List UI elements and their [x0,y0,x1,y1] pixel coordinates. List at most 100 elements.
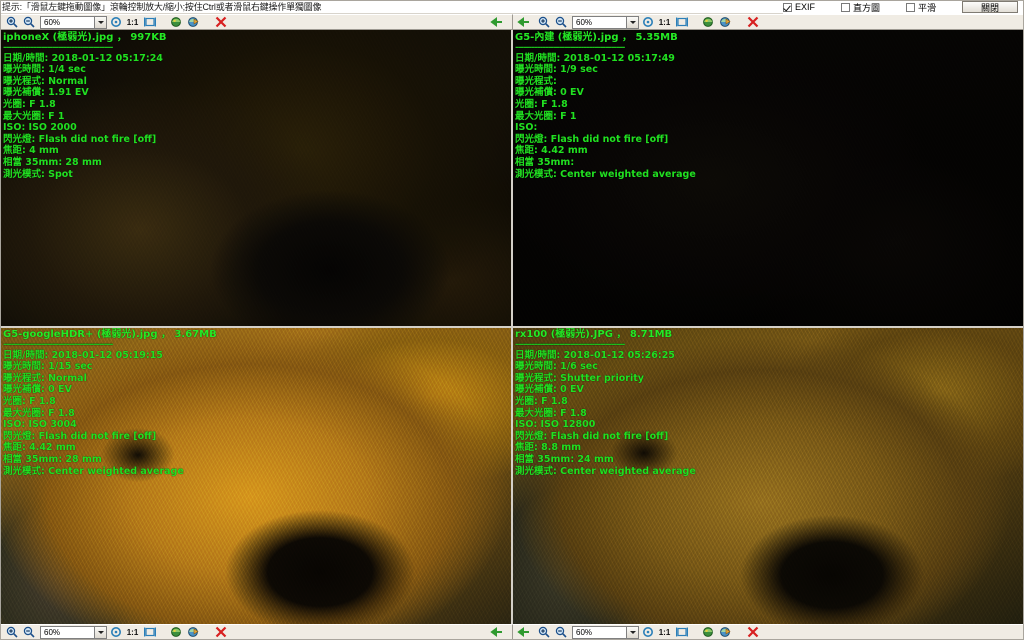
exif-row-exposure-time: 曝光時間: 1/6 sec [515,361,598,373]
exif-overlay-g5-builtin: G5-內建 (極弱光).jpg ， 5.35MB ---------------… [515,32,696,180]
image-comparison-window: 提示:「滑鼠左鍵拖動圖像」滾輪控制放大/縮小;按住Ctrl或者滑鼠右鍵操作單獨圖… [0,0,1024,640]
hint-text: 提示:「滑鼠左鍵拖動圖像」滾輪控制放大/縮小;按住Ctrl或者滑鼠右鍵操作單獨圖… [2,2,322,12]
chevron-down-icon[interactable] [626,15,639,29]
chevron-down-icon[interactable] [626,625,639,639]
export-image-icon[interactable] [185,15,202,29]
fit-to-window-icon[interactable] [673,15,690,29]
rotate-icon[interactable] [639,15,656,29]
exif-row-flash: 閃光燈: Flash did not fire [off] [3,430,157,442]
exif-row-iso: ISO: ISO 12800 [515,419,596,431]
save-image-icon[interactable] [168,625,185,639]
exif-row-focal-length: 焦距: 8.8 mm [515,442,582,454]
toolbar-top-right: 60% 1:1 [512,14,1024,30]
fit-to-window-icon[interactable] [673,625,690,639]
back-arrow-icon[interactable] [516,16,530,28]
exif-row-metering-mode: 測光模式: Center weighted average [515,465,696,477]
zoom-in-icon[interactable] [535,625,552,639]
zoom-level-select[interactable]: 60% [40,15,107,29]
image-panel-g5-builtin[interactable]: G5-內建 (極弱光).jpg ， 5.35MB ---------------… [512,30,1024,327]
exif-row-focal-35mm: 相當 35mm: [515,156,575,168]
export-image-icon[interactable] [717,15,734,29]
exif-row-metering-mode: 測光模式: Center weighted average [515,168,696,180]
histogram-checkbox-wrap[interactable]: 直方圖 [840,1,880,14]
zoom-out-icon[interactable] [20,15,37,29]
save-image-icon[interactable] [168,15,185,29]
zoom-in-icon[interactable] [535,15,552,29]
exif-row-metering-mode: 測光模式: Center weighted average [3,465,184,477]
horizontal-divider [0,326,1024,328]
zoom-in-icon[interactable] [3,625,20,639]
save-image-icon[interactable] [700,625,717,639]
close-image-icon[interactable] [744,625,761,639]
zoom-level-value: 60% [44,17,61,27]
exif-row-iso: ISO: ISO 2000 [3,122,77,134]
exif-row-exposure-bias: 曝光補償: 0 EV [3,384,72,396]
exif-row-date: 日期/時間: 2018-01-12 05:26:25 [515,349,675,361]
exif-row-max-aperture: 最大光圈: F 1 [3,110,65,122]
exif-title: rx100 (極弱光).JPG ， 8.71MB [515,329,673,340]
close-window-button[interactable]: 關閉 [962,1,1018,13]
toolbar-bottom-right: 60% 1:1 [512,624,1024,640]
zoom-out-icon[interactable] [20,625,37,639]
zoom-out-icon[interactable] [552,625,569,639]
chevron-down-icon[interactable] [94,625,107,639]
exif-row-focal-35mm: 相當 35mm: 28 mm [3,156,102,168]
zoom-level-select[interactable]: 60% [572,15,639,29]
histogram-checkbox[interactable] [840,2,850,12]
exif-row-focal-length: 焦距: 4 mm [3,145,59,157]
image-panel-rx100[interactable]: rx100 (極弱光).JPG ， 8.71MB ---------------… [512,327,1024,624]
close-image-icon[interactable] [744,15,761,29]
exif-checkbox[interactable] [782,2,792,12]
fit-to-window-icon[interactable] [141,625,158,639]
exif-row-iso: ISO: [515,122,538,134]
zoom-level-select[interactable]: 60% [572,625,639,639]
exif-row-date: 日期/時間: 2018-01-12 05:17:49 [515,52,675,64]
exif-row-exposure-program: 曝光程式: [515,75,557,87]
save-image-icon[interactable] [700,15,717,29]
hint-bar: 提示:「滑鼠左鍵拖動圖像」滾輪控制放大/縮小;按住Ctrl或者滑鼠右鍵操作單獨圖… [0,0,1024,14]
export-image-icon[interactable] [717,625,734,639]
back-arrow-icon[interactable] [489,16,503,28]
exif-row-flash: 閃光燈: Flash did not fire [off] [515,133,669,145]
export-image-icon[interactable] [185,625,202,639]
zoom-out-icon[interactable] [552,15,569,29]
exif-row-exposure-bias: 曝光補償: 0 EV [515,384,584,396]
exif-row-exposure-bias: 曝光補償: 0 EV [515,87,584,99]
smooth-checkbox-wrap[interactable]: 平滑 [905,1,936,14]
zoom-in-icon[interactable] [3,15,20,29]
chevron-down-icon[interactable] [94,15,107,29]
exif-overlay-iphonex: iphoneX (極弱光).jpg ， 997KB --------------… [3,32,167,180]
rotate-icon[interactable] [107,625,124,639]
actual-size-button[interactable]: 1:1 [656,18,673,27]
zoom-level-value: 60% [576,627,593,637]
image-panel-g5-googlehdr[interactable]: G5-googleHDR+ (極弱光).jpg ， 3.67MB -------… [0,327,512,624]
exif-row-focal-length: 焦距: 4.42 mm [3,442,76,454]
exif-title: G5-googleHDR+ (極弱光).jpg ， 3.67MB [3,329,217,340]
zoom-level-select[interactable]: 60% [40,625,107,639]
actual-size-button[interactable]: 1:1 [124,628,141,637]
exif-divider: ---------------------------------------- [515,42,625,53]
exif-checkbox-wrap[interactable]: EXIF [782,2,815,12]
back-arrow-icon[interactable] [516,626,530,638]
rotate-icon[interactable] [107,15,124,29]
actual-size-button[interactable]: 1:1 [656,628,673,637]
rotate-icon[interactable] [639,625,656,639]
exif-row-exposure-time: 曝光時間: 1/4 sec [3,64,86,76]
smooth-checkbox[interactable] [905,2,915,12]
exif-overlay-rx100: rx100 (極弱光).JPG ， 8.71MB ---------------… [515,329,696,477]
exif-row-exposure-time: 曝光時間: 1/15 sec [3,361,93,373]
actual-size-button[interactable]: 1:1 [124,18,141,27]
back-arrow-icon[interactable] [489,626,503,638]
image-grid: iphoneX (極弱光).jpg ， 997KB --------------… [0,30,1024,624]
close-image-icon[interactable] [212,625,229,639]
smooth-label: 平滑 [917,2,936,13]
exif-row-date: 日期/時間: 2018-01-12 05:19:15 [3,349,163,361]
exif-row-exposure-program: 曝光程式: Normal [3,75,87,87]
exif-row-max-aperture: 最大光圈: F 1.8 [3,407,75,419]
close-image-icon[interactable] [212,15,229,29]
exif-row-metering-mode: 測光模式: Spot [3,168,73,180]
exif-row-exposure-bias: 曝光補償: 1.91 EV [3,87,89,99]
exif-row-date: 日期/時間: 2018-01-12 05:17:24 [3,52,163,64]
fit-to-window-icon[interactable] [141,15,158,29]
image-panel-iphonex[interactable]: iphoneX (極弱光).jpg ， 997KB --------------… [0,30,512,327]
